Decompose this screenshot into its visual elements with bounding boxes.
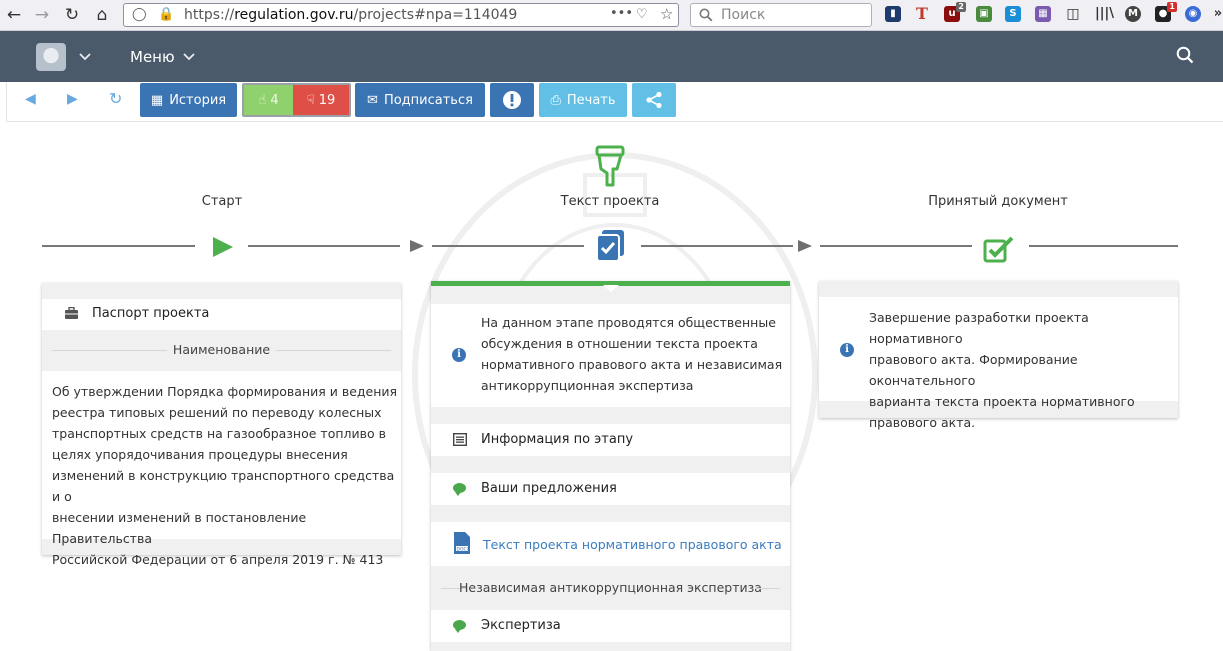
search-placeholder: Поиск bbox=[721, 7, 766, 23]
site-header: Меню bbox=[0, 31, 1223, 82]
envelope-icon: ✉ bbox=[367, 92, 378, 108]
search-icon bbox=[699, 8, 713, 22]
stage-title-start: Старт bbox=[201, 194, 243, 209]
briefcase-icon bbox=[65, 307, 78, 319]
exclamation-icon bbox=[503, 91, 521, 109]
card-project-text: i На данном этапе проводятся общественны… bbox=[431, 281, 790, 651]
screenshot-extension-icon[interactable]: ▣ bbox=[976, 6, 992, 22]
menu-chevron-down-icon[interactable] bbox=[183, 53, 195, 61]
expertise-label: Экспертиза bbox=[481, 618, 561, 633]
forward-icon[interactable]: → bbox=[30, 4, 54, 26]
active-stage-notch bbox=[603, 285, 619, 292]
back-icon[interactable]: ← bbox=[2, 4, 26, 26]
owl-extension-icon[interactable]: ● 1 bbox=[1155, 2, 1177, 22]
chevron-down-icon[interactable] bbox=[79, 53, 91, 61]
dislike-button[interactable]: ☟ 19 bbox=[293, 85, 349, 115]
url-text[interactable]: https://regulation.gov.ru/projects#npa=1… bbox=[184, 7, 517, 23]
stage-information-row[interactable]: Информация по этапу bbox=[431, 424, 790, 456]
project-passport-row[interactable]: Паспорт проекта bbox=[42, 299, 401, 330]
divider bbox=[755, 588, 780, 589]
pocket-icon[interactable]: ♡ bbox=[636, 7, 648, 22]
accepted-info-block: i Завершение разработки проекта норматив… bbox=[819, 297, 1178, 430]
color-extension-icon[interactable]: ▦ bbox=[1035, 6, 1051, 22]
coat-of-arms-logo[interactable] bbox=[36, 43, 66, 71]
share-icon bbox=[646, 91, 662, 109]
back-circle-icon[interactable]: ◀ bbox=[25, 91, 36, 107]
site-search-icon[interactable] bbox=[1176, 46, 1194, 64]
timeline-arrow-icon bbox=[410, 240, 424, 252]
timeline-segment bbox=[820, 245, 972, 247]
subscribe-button[interactable]: ✉ Подписаться bbox=[355, 83, 485, 117]
overflow-menu-icon[interactable]: » bbox=[1210, 6, 1223, 22]
print-button[interactable]: ⎙ Печать bbox=[539, 83, 627, 117]
thumbs-up-icon: ☝ bbox=[258, 92, 267, 108]
your-proposals-row[interactable]: Ваши предложения bbox=[431, 473, 790, 505]
docx-file-icon: DOCX bbox=[454, 532, 470, 554]
home-icon[interactable]: ⌂ bbox=[90, 4, 114, 26]
anticorruption-section-header: Независимая антикоррупционная экспертиза bbox=[459, 580, 762, 595]
page-toolbar: ◀ ▶ ↻ ▦ История ☝ 4 ☟ 19 ✉ Подписаться ⎙… bbox=[6, 82, 1223, 122]
menu-button[interactable]: Меню bbox=[130, 48, 175, 66]
accepted-info-text: Завершение разработки проекта нормативно… bbox=[869, 310, 1135, 430]
project-text-link[interactable]: Текст проекта нормативного правового акт… bbox=[483, 537, 782, 552]
stage-info-block: i На данном этапе проводятся общественны… bbox=[431, 304, 790, 407]
expertise-row[interactable]: Экспертиза bbox=[431, 610, 790, 642]
list-icon bbox=[453, 433, 467, 446]
timeline-segment bbox=[641, 245, 793, 247]
current-stage-pointer-icon bbox=[595, 145, 625, 187]
card-accepted-document: i Завершение разработки проекта норматив… bbox=[819, 281, 1178, 430]
divider bbox=[276, 350, 391, 351]
stage-title-project-text: Текст проекта bbox=[560, 194, 660, 209]
like-button[interactable]: ☝ 4 bbox=[244, 85, 293, 115]
browser-toolbar: ← → ↻ ⌂ ◯ 🔒 https://regulation.gov.ru/pr… bbox=[0, 0, 1223, 31]
project-name-text: Об утверждении Порядка формирования и ве… bbox=[52, 384, 398, 567]
globe-extension-icon[interactable]: ◉ bbox=[1185, 6, 1201, 22]
translate-extension-icon[interactable]: T bbox=[914, 6, 930, 22]
timeline-segment bbox=[248, 245, 400, 247]
calendar-icon: ▦ bbox=[150, 92, 164, 108]
printer-icon: ⎙ bbox=[550, 92, 561, 108]
comment-icon bbox=[453, 620, 466, 633]
reader-view-icon[interactable]: ◫ bbox=[1065, 6, 1081, 22]
play-icon[interactable] bbox=[211, 235, 235, 259]
name-text-block: Об утверждении Порядка формирования и ве… bbox=[42, 371, 401, 567]
info-icon: i bbox=[452, 348, 466, 362]
stage-information-label: Информация по этапу bbox=[481, 432, 634, 447]
vote-group: ☝ 4 ☟ 19 bbox=[242, 83, 351, 117]
library-icon[interactable]: |||\ bbox=[1095, 6, 1114, 22]
shield-icon[interactable]: ◯ bbox=[132, 7, 147, 22]
m-extension-icon[interactable]: M bbox=[1125, 6, 1141, 22]
lock-icon[interactable]: 🔒 bbox=[158, 7, 174, 22]
document-stage-icon[interactable] bbox=[595, 229, 627, 263]
card-start: Паспорт проекта Наименование Об утвержде… bbox=[42, 283, 401, 567]
browser-search-box[interactable]: Поиск bbox=[690, 3, 872, 27]
timeline-segment bbox=[42, 245, 195, 247]
timeline-arrow-icon bbox=[798, 240, 812, 252]
thumbs-down-icon: ☟ bbox=[306, 92, 315, 108]
refresh-icon[interactable]: ↻ bbox=[109, 89, 122, 108]
skype-extension-icon[interactable]: S bbox=[1005, 6, 1021, 22]
page-actions-icon[interactable]: ••• bbox=[610, 6, 633, 21]
reload-icon[interactable]: ↻ bbox=[60, 4, 84, 26]
report-button[interactable] bbox=[490, 83, 534, 117]
project-passport-label: Паспорт проекта bbox=[92, 306, 210, 321]
svg-text:DOCX: DOCX bbox=[457, 546, 470, 552]
share-button[interactable] bbox=[632, 83, 676, 117]
forward-circle-icon[interactable]: ▶ bbox=[67, 91, 78, 107]
url-bar[interactable]: ◯ 🔒 https://regulation.gov.ru/projects#n… bbox=[123, 3, 679, 27]
stage-info-text: На данном этапе проводятся общественные … bbox=[481, 315, 783, 393]
timeline-segment bbox=[1029, 245, 1178, 247]
checked-box-icon[interactable] bbox=[983, 235, 1015, 263]
history-button[interactable]: ▦ История bbox=[140, 83, 237, 117]
info-icon: i bbox=[840, 343, 854, 357]
bookmark-star-icon[interactable]: ☆ bbox=[660, 5, 673, 23]
comment-icon bbox=[453, 483, 466, 496]
timeline-segment bbox=[432, 245, 584, 247]
project-text-document-row[interactable]: DOCX Текст проекта нормативного правовог… bbox=[431, 522, 790, 566]
your-proposals-label: Ваши предложения bbox=[481, 481, 617, 496]
stats-extension-icon[interactable]: ▮ bbox=[885, 6, 901, 22]
ublock-icon[interactable]: u2 bbox=[944, 2, 966, 22]
stage-title-accepted-document: Принятый документ bbox=[928, 194, 1068, 209]
